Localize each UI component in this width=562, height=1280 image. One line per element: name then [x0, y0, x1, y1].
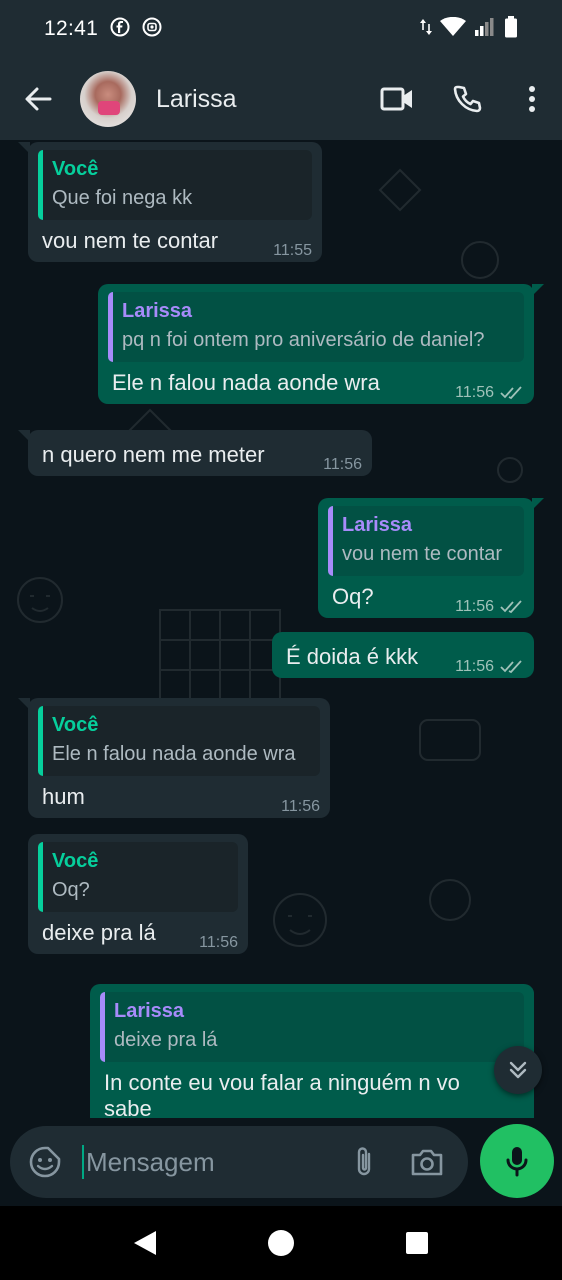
back-button[interactable]	[10, 71, 66, 127]
read-receipt-icon	[500, 600, 522, 614]
video-call-icon	[380, 87, 412, 111]
facebook-icon	[110, 17, 130, 42]
message-bubble-outgoing[interactable]: Larissa vou nem te contar Oq? 11:56	[318, 498, 544, 618]
double-chevron-down-icon	[509, 1061, 527, 1079]
camera-button[interactable]	[392, 1126, 462, 1198]
contact-avatar[interactable]	[80, 71, 136, 127]
contact-name[interactable]: Larissa	[156, 85, 237, 114]
quoted-author: Você	[52, 158, 99, 180]
header-actions	[362, 71, 562, 127]
text-caret	[82, 1145, 84, 1179]
message-time: 11:56	[455, 384, 494, 401]
signal-icon	[474, 17, 496, 42]
quoted-message[interactable]: Você Oq?	[38, 842, 238, 912]
composer-bar	[0, 1118, 562, 1206]
message-text: deixe pra lá	[42, 920, 156, 945]
quoted-message[interactable]: Você Ele n falou nada aonde wra	[38, 706, 320, 776]
message-text: Oq?	[332, 584, 374, 609]
quoted-message[interactable]: Você Que foi nega kk	[38, 150, 312, 220]
nav-home-icon	[268, 1230, 294, 1256]
quoted-author: Você	[52, 714, 99, 736]
message-text: hum	[42, 784, 85, 809]
message-time: 11:56	[199, 934, 238, 951]
microphone-icon	[506, 1147, 528, 1177]
scroll-to-bottom-button[interactable]	[494, 1046, 542, 1094]
quoted-message[interactable]: Larissa pq n foi ontem pro aniversário d…	[108, 292, 524, 362]
quoted-message[interactable]: Larissa vou nem te contar	[328, 506, 524, 576]
attach-button[interactable]	[336, 1126, 392, 1198]
voice-message-button[interactable]	[480, 1124, 554, 1198]
status-time: 12:41	[44, 17, 99, 40]
read-receipt-icon	[500, 386, 522, 400]
quoted-text: pq n foi ontem pro aniversário de daniel…	[122, 329, 485, 351]
status-indicators	[420, 15, 518, 43]
emoji-button[interactable]	[10, 1126, 80, 1198]
quoted-text: vou nem te contar	[342, 543, 503, 565]
message-bubble-incoming[interactable]: n quero nem me meter 11:56	[18, 430, 372, 476]
chat-header: Larissa	[0, 58, 562, 140]
message-time: 11:56	[455, 658, 494, 675]
quoted-author: Larissa	[114, 1000, 185, 1022]
message-bubble-incoming[interactable]: Você Ele n falou nada aonde wra hum 11:5…	[18, 698, 330, 818]
message-bubble-outgoing[interactable]: É doida é kkk 11:56	[272, 632, 534, 678]
camera-icon	[411, 1149, 443, 1176]
more-options-button[interactable]	[502, 71, 562, 127]
message-time: 11:55	[273, 242, 312, 259]
video-call-button[interactable]	[362, 71, 432, 127]
battery-icon	[504, 15, 518, 43]
message-text: É doida é kkk	[286, 644, 419, 669]
message-bubble-outgoing[interactable]: Larissa deixe pra lá In conte eu vou fal…	[90, 984, 534, 1118]
quoted-author: Larissa	[342, 514, 413, 536]
quoted-text: Que foi nega kk	[52, 187, 193, 209]
quoted-text: Ele n falou nada aonde wra	[52, 743, 296, 765]
quoted-author: Larissa	[122, 300, 193, 322]
message-time: 11:56	[455, 598, 494, 615]
data-arrows-icon	[420, 17, 432, 42]
quoted-text: Oq?	[52, 879, 90, 901]
back-arrow-icon	[25, 87, 52, 111]
message-time: 11:56	[323, 456, 362, 473]
wifi-icon	[440, 16, 466, 42]
quoted-author: Você	[52, 850, 99, 872]
voice-call-button[interactable]	[432, 71, 502, 127]
chat-messages-area[interactable]: Você Que foi nega kk vou nem te contar 1…	[0, 140, 562, 1118]
message-text: In conte eu vou falar a ninguém n vo	[104, 1070, 460, 1095]
message-bubble-incoming[interactable]: Você Oq? deixe pra lá 11:56	[28, 834, 248, 954]
message-bubble-outgoing[interactable]: Larissa pq n foi ontem pro aniversário d…	[98, 284, 544, 404]
sticker-emoji-icon	[29, 1146, 61, 1178]
message-text-continuation: sabe	[104, 1096, 152, 1118]
nav-recents-icon	[406, 1232, 428, 1254]
voice-call-icon	[453, 85, 482, 113]
nav-back-button[interactable]	[125, 1223, 165, 1263]
message-input[interactable]	[86, 1146, 326, 1178]
instagram-icon	[142, 17, 162, 42]
quoted-message[interactable]: Larissa deixe pra lá	[100, 992, 524, 1062]
read-receipt-icon	[500, 660, 522, 674]
message-text: Ele n falou nada aonde wra	[112, 370, 380, 395]
nav-back-icon	[134, 1231, 156, 1255]
more-options-icon	[529, 86, 535, 112]
system-navigation-bar	[0, 1206, 562, 1280]
status-bar: 12:41	[0, 0, 562, 58]
paperclip-icon	[357, 1147, 371, 1176]
compose-box	[10, 1126, 468, 1198]
nav-home-button[interactable]	[261, 1223, 301, 1263]
quoted-text: deixe pra lá	[114, 1029, 218, 1051]
message-text: n quero nem me meter	[42, 442, 265, 467]
message-time: 11:56	[281, 798, 320, 815]
message-text: vou nem te contar	[42, 228, 219, 253]
message-bubble-incoming[interactable]: Você Que foi nega kk vou nem te contar 1…	[18, 142, 322, 262]
nav-recents-button[interactable]	[397, 1223, 437, 1263]
status-app-icons	[110, 17, 162, 42]
